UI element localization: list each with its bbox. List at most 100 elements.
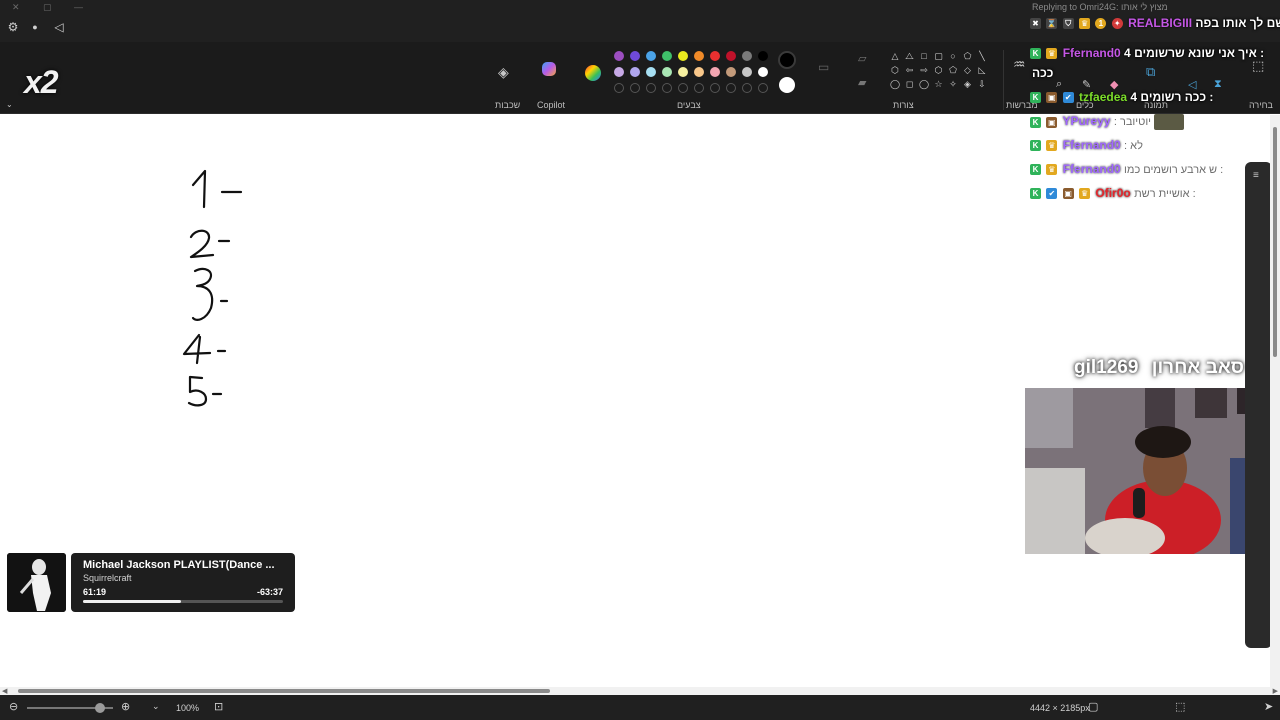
chat-username[interactable]: REALBIGIII — [1128, 16, 1192, 30]
custom-color-slot[interactable] — [694, 83, 704, 93]
playback-progress-track[interactable] — [83, 600, 283, 603]
shape-hexagon-icon[interactable]: ⬡ — [890, 66, 900, 75]
crown-badge-icon: ♛ — [1046, 164, 1058, 176]
zoom-in-icon[interactable]: ⊕ — [121, 700, 130, 713]
color-swatch[interactable] — [758, 51, 768, 61]
shape-right-triangle-icon[interactable]: ⧍ — [905, 52, 915, 61]
color-swatch[interactable] — [710, 51, 720, 61]
color-swatch[interactable] — [694, 67, 704, 77]
custom-color-slot[interactable] — [630, 83, 640, 93]
custom-color-slot[interactable] — [678, 83, 688, 93]
collapse-ribbon-icon[interactable]: ⌄ — [6, 100, 13, 109]
chat-message-row: K ▣ YPureyy : יוטיובר — [1030, 114, 1185, 132]
chat-username[interactable]: Ffernand0 — [1063, 138, 1121, 152]
fill-icon[interactable]: ▭ — [818, 60, 829, 74]
scroll-left-icon[interactable]: ◀ — [2, 687, 7, 695]
chat-message-continuation: ככה — [1032, 66, 1053, 84]
announcements-icon[interactable]: ◁ — [52, 20, 66, 34]
color-swatch[interactable] — [678, 67, 688, 77]
chat-username[interactable]: Ffernand0 — [1063, 46, 1121, 60]
timeout-icon: ⌛ — [1046, 18, 1058, 30]
color-swatch[interactable] — [646, 67, 656, 77]
chat-message-row: K ♛ Ffernand0 : לא — [1030, 138, 1143, 156]
shape-rounded-rectangle-icon[interactable]: ▢ — [934, 52, 944, 61]
panel-list-icon[interactable]: ≡ — [1253, 170, 1259, 181]
fill-style-icon[interactable]: ▰ — [858, 76, 866, 89]
color-swatch[interactable] — [726, 51, 736, 61]
color-swatch[interactable] — [646, 51, 656, 61]
color-swatch[interactable] — [742, 67, 752, 77]
shape-line-icon[interactable]: ╲ — [977, 52, 987, 61]
primary-color-swatch[interactable] — [778, 51, 796, 69]
color-swatch[interactable] — [614, 67, 624, 77]
minimize-window-icon[interactable]: — — [74, 2, 83, 12]
custom-color-slot[interactable] — [614, 83, 624, 93]
horizontal-scroll-thumb[interactable] — [18, 689, 550, 693]
settings-gear-icon[interactable]: ⚙ — [6, 20, 20, 34]
shape-arrow-left-icon[interactable]: ⇦ — [905, 66, 915, 75]
brush-icon[interactable]: ♒ — [1013, 56, 1026, 73]
color-swatch[interactable] — [678, 51, 688, 61]
chat-username[interactable]: Ffernand0 — [1063, 162, 1121, 176]
copilot-icon[interactable] — [540, 60, 558, 78]
shape-hexagon-alt-icon[interactable]: ⬡ — [934, 66, 944, 75]
chat-message-row: K ♛ Ffernand0 ש ארבע רושמים כמו : — [1030, 162, 1223, 180]
restore-window-icon[interactable]: ▢ — [43, 2, 52, 13]
side-panel[interactable]: ≡ — [1245, 162, 1272, 648]
scroll-right-icon[interactable]: ▶ — [1273, 687, 1278, 695]
custom-color-slot[interactable] — [742, 83, 752, 93]
zoom-slider-handle[interactable] — [95, 703, 105, 713]
color-swatch[interactable] — [630, 51, 640, 61]
color-swatch[interactable] — [726, 67, 736, 77]
shape-rectangle-icon[interactable]: □ — [919, 52, 929, 61]
custom-color-slot[interactable] — [758, 83, 768, 93]
vertical-scroll-thumb[interactable] — [1273, 127, 1277, 357]
shape-arrow-right-icon[interactable]: ⇨ — [919, 66, 929, 75]
zoom-out-icon[interactable]: ⊖ — [9, 700, 18, 713]
shape-arrow-down-icon[interactable]: ⇩ — [977, 80, 987, 89]
secondary-color-swatch[interactable] — [779, 77, 795, 93]
color-swatch[interactable] — [662, 67, 672, 77]
chat-username[interactable]: YPureyy — [1062, 114, 1110, 128]
custom-color-slot[interactable] — [710, 83, 720, 93]
shape-pentagon-icon[interactable]: ⬠ — [963, 52, 973, 61]
close-window-icon[interactable]: ✕ — [12, 2, 20, 13]
color-swatch[interactable] — [614, 51, 624, 61]
shape-heart-icon[interactable]: ◈ — [963, 80, 973, 89]
color-swatch[interactable] — [758, 67, 768, 77]
shape-oval-icon[interactable]: ○ — [948, 52, 958, 61]
shape-star-icon[interactable]: ☆ — [934, 80, 944, 89]
account-icon[interactable]: ● — [28, 20, 42, 34]
color-swatch[interactable] — [630, 67, 640, 77]
color-swatch[interactable] — [710, 67, 720, 77]
shape-rect-callout-icon[interactable]: ◻ — [905, 80, 915, 89]
shape-corner-icon[interactable]: ◺ — [977, 66, 987, 75]
layers-icon[interactable]: ◈ — [498, 64, 509, 81]
custom-color-slot[interactable] — [646, 83, 656, 93]
media-player[interactable]: Michael Jackson PLAYLIST(Dance ... Squir… — [71, 553, 295, 612]
shape-four-point-star-icon[interactable]: ✧ — [948, 80, 958, 89]
chat-username[interactable]: Ofir0o — [1095, 186, 1130, 200]
chat-username[interactable]: tzfaedea — [1079, 90, 1127, 104]
zoom-level[interactable]: 100% — [176, 703, 199, 713]
color-swatch[interactable] — [742, 51, 752, 61]
fit-to-window-icon[interactable]: ⊡ — [214, 700, 223, 713]
color-swatch[interactable] — [662, 51, 672, 61]
shape-diamond-icon[interactable]: ◇ — [963, 66, 973, 75]
zoom-dropdown-chevron-icon[interactable]: ⌄ — [152, 701, 160, 712]
outline-style-icon[interactable]: ▱ — [858, 52, 866, 65]
color-swatch[interactable] — [694, 51, 704, 61]
shape-cloud-callout-icon[interactable]: ◯ — [919, 80, 929, 89]
color-picker-icon[interactable] — [584, 64, 602, 82]
crown-badge-icon: ♛ — [1046, 140, 1058, 152]
shape-ellipse-callout-icon[interactable]: ◯ — [890, 80, 900, 89]
gift-badge-icon: ▣ — [1046, 92, 1058, 104]
shape-pentagon-alt-icon[interactable]: ⬠ — [948, 66, 958, 75]
horizontal-scrollbar[interactable]: ◀ ▶ — [0, 687, 1280, 695]
custom-color-slot[interactable] — [662, 83, 672, 93]
custom-color-slot[interactable] — [726, 83, 736, 93]
vertical-scrollbar[interactable] — [1270, 115, 1280, 687]
handwritten-digit-2 — [189, 229, 215, 259]
streamer-webcam-image — [1025, 388, 1280, 554]
shape-triangle-icon[interactable]: △ — [890, 52, 900, 61]
